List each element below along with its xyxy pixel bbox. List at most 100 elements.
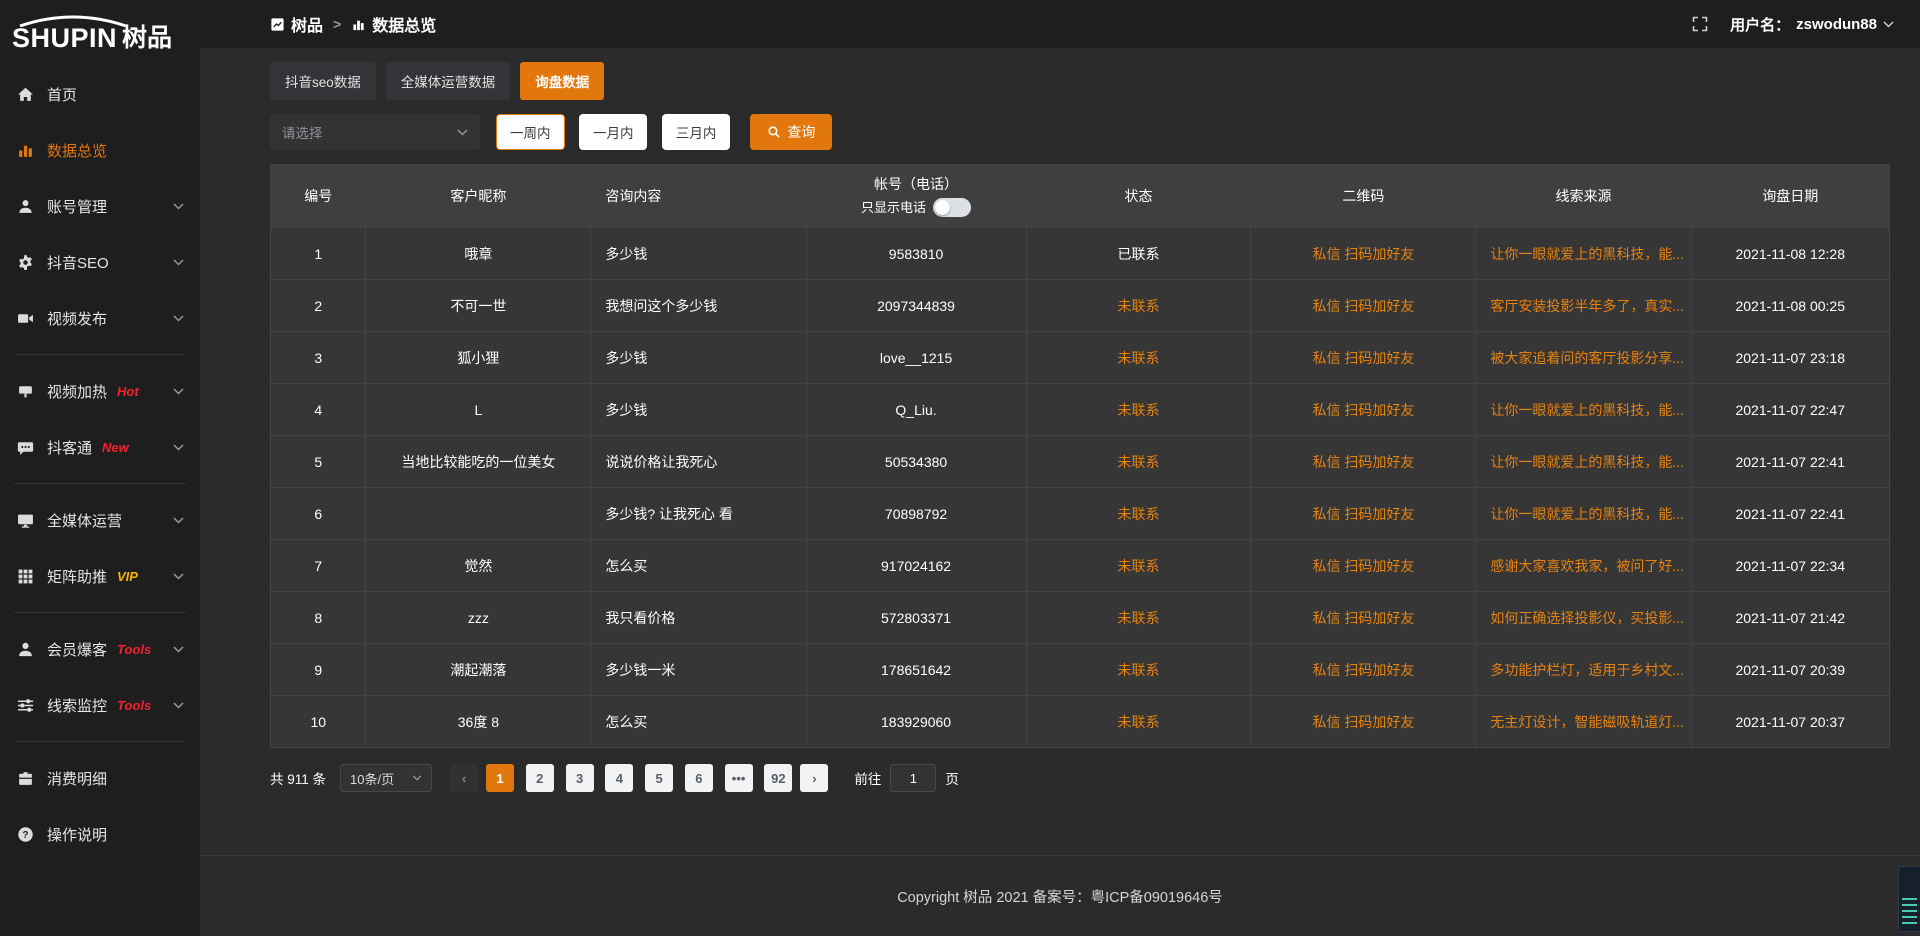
chevron-down-icon (173, 315, 184, 322)
cell-date: 2021-11-07 21:42 (1692, 592, 1889, 643)
cell-id: 4 (271, 384, 366, 435)
cell-account: 178651642 (807, 644, 1027, 695)
sidebar-item[interactable]: 会员爆客 Tools (0, 621, 200, 677)
topbar-right: 用户名：zswodun88 (1692, 14, 1894, 35)
sidebar-item[interactable]: 矩阵助推 VIP (0, 548, 200, 604)
cell-id: 7 (271, 540, 366, 591)
fullscreen-icon[interactable] (1692, 16, 1708, 32)
sidebar-item[interactable]: 首页 (0, 66, 200, 122)
user-menu[interactable]: 用户名：zswodun88 (1730, 14, 1894, 35)
page-button[interactable]: 92 (764, 764, 792, 792)
cell-source-link[interactable]: 无主灯设计，智能磁吸轨道灯... (1476, 696, 1691, 747)
main-area: 树品 > 数据总览 用户名：zswodun88 (200, 0, 1920, 936)
sidebar-menu: 首页 数据总览 (0, 56, 200, 862)
cell-qrcode-link[interactable]: 私信 扫码加好友 (1251, 644, 1476, 695)
next-page-button[interactable]: › (800, 764, 828, 792)
page-buttons: 1 2 3 4 (478, 764, 792, 792)
app-window: SHUPIN 树品 首页 数据总览 (0, 0, 1920, 936)
footer: Copyright 树品 2021 备案号：粤ICP备09019646号 (200, 855, 1920, 936)
chevron-down-icon (412, 775, 422, 781)
table-row: 4 L 多少钱 Q_Liu. 未联系 私信 扫码加好友 让你一眼就爱上的黑科技，… (271, 383, 1889, 435)
cell-qrcode-link[interactable]: 私信 扫码加好友 (1251, 592, 1476, 643)
sidebar-item-label: 视频加热 (47, 381, 107, 402)
cell-status: 未联系 (1027, 696, 1252, 747)
range-button[interactable]: 一周内 (496, 114, 565, 150)
tab[interactable]: 抖音seo数据 (270, 62, 376, 100)
cell-date: 2021-11-07 20:37 (1692, 696, 1889, 747)
sidebar-item[interactable]: ? 操作说明 (0, 806, 200, 862)
sidebar-item[interactable]: 线索监控 Tools (0, 677, 200, 733)
cell-qrcode-link[interactable]: 私信 扫码加好友 (1251, 488, 1476, 539)
chevron-down-icon (173, 646, 184, 653)
cell-qrcode-link[interactable]: 私信 扫码加好友 (1251, 280, 1476, 331)
page-button[interactable]: 6 (685, 764, 713, 792)
page-size-select[interactable]: 10条/页 (340, 764, 432, 792)
table-row: 7 觉然 怎么买 917024162 未联系 私信 扫码加好友 感谢大家喜欢我家… (271, 539, 1889, 591)
floating-widget[interactable] (1898, 866, 1920, 932)
cell-qrcode-link[interactable]: 私信 扫码加好友 (1251, 540, 1476, 591)
sidebar-item[interactable]: 视频发布 (0, 290, 200, 346)
cell-source-link[interactable]: 客厅安装投影半年多了，真实... (1476, 280, 1691, 331)
bar-chart-icon (351, 17, 366, 32)
cell-source-link[interactable]: 被大家追着问的客厅投影分享... (1476, 332, 1691, 383)
filter-bar: 请选择 一周内 一月内 三月内 (270, 114, 1890, 150)
page-button[interactable]: 3 (566, 764, 594, 792)
sidebar-item[interactable]: 视频加热 Hot (0, 363, 200, 419)
range-button[interactable]: 三月内 (662, 114, 731, 150)
sidebar-item[interactable]: 消费明细 (0, 750, 200, 806)
tab[interactable]: 全媒体运营数据 (386, 62, 511, 100)
col-header-source: 线索来源 (1476, 165, 1691, 227)
cell-status: 未联系 (1027, 488, 1252, 539)
page-button[interactable]: 2 (526, 764, 554, 792)
chat-icon (16, 438, 34, 456)
cell-source-link[interactable]: 让你一眼就爱上的黑科技，能... (1476, 488, 1691, 539)
range-button[interactable]: 一月内 (579, 114, 648, 150)
cell-nickname: 狐小狸 (366, 332, 591, 383)
sidebar-item[interactable]: 数据总览 (0, 122, 200, 178)
logo-arc (14, 15, 132, 27)
cell-source-link[interactable]: 多功能护栏灯，适用于乡村文... (1476, 644, 1691, 695)
cell-qrcode-link[interactable]: 私信 扫码加好友 (1251, 384, 1476, 435)
username-label: 用户名： (1730, 14, 1790, 35)
sidebar: SHUPIN 树品 首页 数据总览 (0, 0, 200, 936)
cell-qrcode-link[interactable]: 私信 扫码加好友 (1251, 696, 1476, 747)
goto-suffix: 页 (945, 768, 959, 788)
cell-qrcode-link[interactable]: 私信 扫码加好友 (1251, 436, 1476, 487)
sidebar-item-badge: Tools (117, 642, 151, 657)
cell-source-link[interactable]: 感谢大家喜欢我家，被问了好... (1476, 540, 1691, 591)
cell-source-link[interactable]: 让你一眼就爱上的黑科技，能... (1476, 384, 1691, 435)
page-button[interactable]: 1 (486, 764, 514, 792)
prev-page-button[interactable]: ‹ (450, 764, 478, 792)
chevron-down-icon (173, 573, 184, 580)
cell-status: 未联系 (1027, 280, 1252, 331)
table-row: 8 zzz 我只看价格 572803371 未联系 私信 扫码加好友 如何正确选… (271, 591, 1889, 643)
breadcrumb-home[interactable]: 树品 (270, 12, 323, 36)
cell-qrcode-link[interactable]: 私信 扫码加好友 (1251, 332, 1476, 383)
cell-account: 917024162 (807, 540, 1027, 591)
breadcrumb-current[interactable]: 数据总览 (351, 12, 436, 36)
account-select[interactable]: 请选择 (270, 114, 480, 150)
page-button[interactable]: ••• (725, 764, 753, 792)
sidebar-item[interactable]: 全媒体运营 (0, 492, 200, 548)
tab[interactable]: 询盘数据 (520, 62, 604, 100)
cell-date: 2021-11-07 22:47 (1692, 384, 1889, 435)
sidebar-item[interactable]: 抖音SEO (0, 234, 200, 290)
brand-logo[interactable]: SHUPIN 树品 (0, 0, 200, 56)
sidebar-item[interactable]: 抖客通 New (0, 419, 200, 475)
sidebar-item[interactable]: 账号管理 (0, 178, 200, 234)
cell-source-link[interactable]: 让你一眼就爱上的黑科技，能... (1476, 436, 1691, 487)
cell-status: 未联系 (1027, 436, 1252, 487)
cell-source-link[interactable]: 让你一眼就爱上的黑科技，能... (1476, 228, 1691, 279)
phone-only-toggle[interactable] (933, 198, 971, 217)
cell-status: 未联系 (1027, 644, 1252, 695)
col-header-account: 帐号（电话） 只显示电话 (807, 165, 1027, 227)
chevron-down-icon (457, 129, 468, 136)
cell-source-link[interactable]: 如何正确选择投影仪，买投影... (1476, 592, 1691, 643)
page-button[interactable]: 5 (645, 764, 673, 792)
cell-id: 2 (271, 280, 366, 331)
goto-page-input[interactable] (890, 764, 936, 792)
query-button[interactable]: 查询 (750, 114, 832, 150)
cell-qrcode-link[interactable]: 私信 扫码加好友 (1251, 228, 1476, 279)
table-row: 2 不可一世 我想问这个多少钱 2097344839 未联系 私信 扫码加好友 … (271, 279, 1889, 331)
page-button[interactable]: 4 (605, 764, 633, 792)
